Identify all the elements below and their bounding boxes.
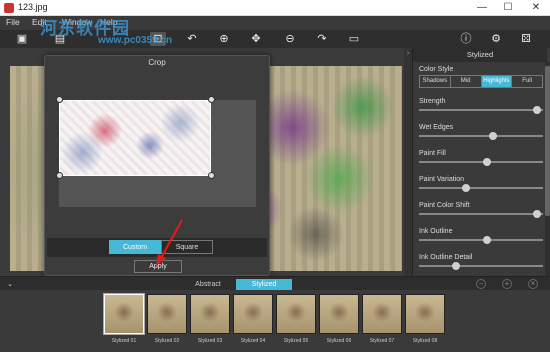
slider-label: Paint Variation [419,176,465,183]
zoom-out-icon[interactable]: ⊖ [282,32,298,46]
slider-label: Ink Outline [419,228,453,235]
preset-thumbnail[interactable] [276,294,316,334]
color-style-full[interactable]: Full [512,76,542,87]
slider-label: Paint Color Shift [419,202,470,209]
preset-thumbnail[interactable] [319,294,359,334]
color-style-highlights[interactable]: Highlights [481,76,513,87]
panel-scroll-thumb[interactable] [545,66,550,216]
fit-icon[interactable]: ▭ [346,32,362,46]
canvas-scrollbar[interactable]: › [404,48,412,276]
random-icon[interactable]: ⚄ [518,32,534,46]
crop-handle-bottom-left[interactable] [56,172,63,179]
slider-label: Ink Outline Detail [419,254,473,261]
preset-thumbnail[interactable] [405,294,445,334]
window-title: 123.jpg [18,2,48,12]
paint-fill-slider[interactable] [419,158,543,166]
preset-strip: Stylized 01 Stylized 02 Stylized 03 Styl… [0,290,550,352]
slider-knob[interactable] [452,262,461,270]
preset-label: Stylized 02 [154,338,180,344]
color-style-shadows[interactable]: Shadows [420,76,451,87]
slider-knob[interactable] [532,210,541,218]
move-icon[interactable]: ✥ [248,32,264,46]
color-style-segments: Shadows Mid Highlights Full [419,75,543,88]
tab-abstract[interactable]: Abstract [180,279,236,290]
crop-preview[interactable] [56,96,256,207]
ink-outline-detail-slider[interactable] [419,262,543,270]
annotation-arrow-icon [156,219,183,266]
preset-thumbnail[interactable] [104,294,144,334]
watermark-url: www.pc0359.cn [98,35,173,46]
settings-panel: Stylized Color Style Shadows Mid Highlig… [412,48,550,276]
crop-dialog-title: Crop [148,58,166,67]
crop-handle-top-right[interactable] [208,96,215,103]
slider-label: Strength [419,98,446,105]
preset-thumbnail[interactable] [233,294,273,334]
tab-stylized[interactable]: Stylized [236,279,292,290]
slider-knob[interactable] [489,132,498,140]
preset-tabs-bar: ⌄ Abstract Stylized − + × [0,276,550,290]
preset-thumbnail[interactable] [190,294,230,334]
crop-selection[interactable] [59,100,211,176]
slider-label: Wet Edges [419,124,454,131]
color-style-label: Color Style [419,66,454,73]
menu-file[interactable]: File [6,17,20,27]
preset-label: Stylized 04 [240,338,266,344]
crop-handle-top-left[interactable] [56,96,63,103]
preset-label: Stylized 08 [412,338,438,344]
redo-icon[interactable]: ↷ [314,32,330,46]
info-icon[interactable]: ⓘ [458,32,474,46]
slider-knob[interactable] [532,106,541,114]
collapse-strip-icon[interactable]: ⌄ [4,279,16,290]
add-preset-icon[interactable]: + [502,279,512,289]
panel-title: Stylized [413,48,547,62]
paint-variation-slider[interactable] [419,184,543,192]
paint-color-shift-slider[interactable] [419,210,543,218]
slider-knob[interactable] [483,236,492,244]
panel-scrollbar[interactable] [545,62,550,276]
slider-knob[interactable] [483,158,492,166]
zoom-in-icon[interactable]: ⊕ [216,32,232,46]
slider-label: Paint Fill [419,150,446,157]
rotate-left-icon[interactable]: ↶ [184,32,200,46]
preset-thumbnail[interactable] [362,294,402,334]
settings-icon[interactable]: ⚙ [488,32,504,46]
app-icon [4,3,14,13]
minimize-button[interactable]: — [470,0,494,16]
slider-knob[interactable] [462,184,471,192]
open-icon[interactable]: ▣ [14,32,30,46]
color-style-mid[interactable]: Mid [451,76,482,87]
preset-label: Stylized 07 [369,338,395,344]
delete-preset-icon[interactable]: × [528,279,538,289]
crop-handle-bottom-right[interactable] [208,172,215,179]
preset-label: Stylized 05 [283,338,309,344]
collapse-panel-icon[interactable]: › [404,50,412,58]
close-button[interactable]: ✕ [524,0,548,16]
preset-thumbnail[interactable] [147,294,187,334]
preset-label: Stylized 03 [197,338,223,344]
ink-outline-slider[interactable] [419,236,543,244]
strength-slider[interactable] [419,106,543,114]
preset-label: Stylized 01 [111,338,137,344]
preset-label: Stylized 06 [326,338,352,344]
remove-preset-icon[interactable]: − [476,279,486,289]
maximize-button[interactable]: ☐ [496,0,520,16]
wet-edges-slider[interactable] [419,132,543,140]
